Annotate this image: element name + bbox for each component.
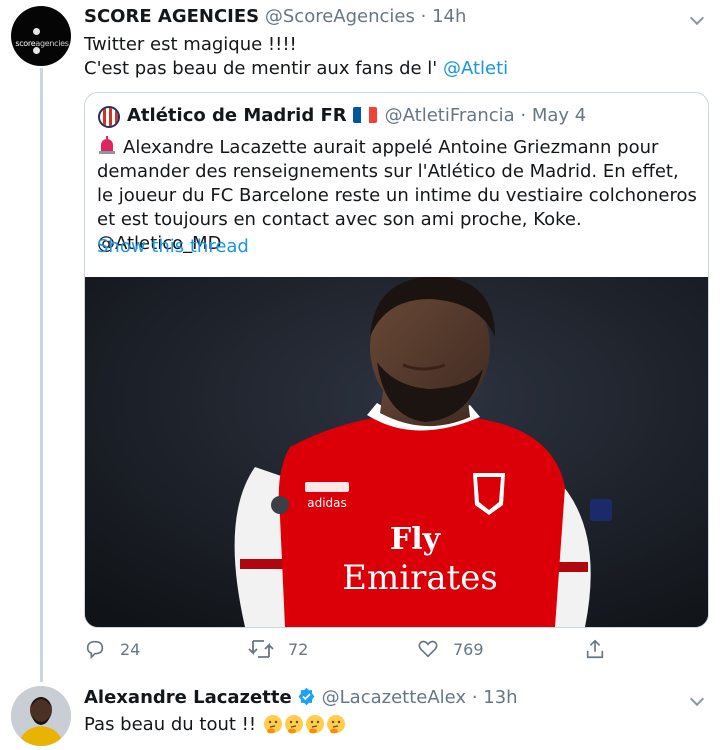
tweet-line-2: C'est pas beau de mentir aux fans de l' … xyxy=(84,58,509,79)
thinking-face-icon xyxy=(305,715,324,734)
reply-button[interactable]: 24 xyxy=(84,638,140,664)
tweet-timestamp[interactable]: 13h xyxy=(483,687,517,708)
player-photo-illustration: adidas Fly Emirates xyxy=(85,277,708,627)
author-name[interactable]: SCORE AGENCIES xyxy=(84,6,259,27)
logo-eyes-icon xyxy=(33,20,51,54)
like-button[interactable]: 769 xyxy=(417,638,484,664)
separator-dot: · xyxy=(471,687,478,708)
adidas-logo-text: adidas xyxy=(307,496,347,510)
show-thread-link[interactable]: Show this thread xyxy=(97,236,249,257)
tweet-menu-chevron-down-icon[interactable] xyxy=(689,693,705,709)
thinking-face-icon xyxy=(263,715,282,734)
avatar-photo xyxy=(11,686,71,746)
author-name[interactable]: Alexandre Lacazette xyxy=(84,687,292,708)
france-flag-icon xyxy=(352,107,377,123)
thinking-face-icon xyxy=(326,715,345,734)
tweet-menu-chevron-down-icon[interactable] xyxy=(689,12,705,28)
separator-dot: · xyxy=(520,105,527,126)
retweet-button[interactable]: 72 xyxy=(248,638,308,664)
lacazette-avatar[interactable] xyxy=(11,686,71,746)
author-handle[interactable]: @LacazetteAlex xyxy=(322,687,466,708)
quoted-tweet-card[interactable]: Atlético de Madrid FR @AtletiFrancia · Ma… xyxy=(84,92,709,628)
thread-connector-line xyxy=(40,68,43,682)
tweet-action-bar: 24 72 769 xyxy=(84,638,644,664)
atletico-avatar xyxy=(98,106,120,128)
tweet-header: SCORE AGENCIES @ScoreAgencies · 14h xyxy=(84,6,466,27)
tweet-text: Pas beau du tout !! xyxy=(84,714,346,735)
tweet-text: Twitter est magique !!!! C'est pas beau … xyxy=(84,33,704,81)
thinking-face-icon xyxy=(284,715,303,734)
tweet-header: Alexandre Lacazette @LacazetteAlex · 13h xyxy=(84,687,518,708)
retweet-icon xyxy=(248,640,274,658)
verified-badge-icon xyxy=(298,687,315,706)
separator-dot: · xyxy=(420,6,427,27)
author-handle[interactable]: @ScoreAgencies xyxy=(265,6,415,27)
avatar-logo-text: scoreagencies xyxy=(15,39,69,48)
rotating-light-icon xyxy=(97,136,117,156)
share-icon xyxy=(586,639,604,659)
reply-icon xyxy=(86,640,104,660)
quoted-author-name: Atlético de Madrid FR xyxy=(127,105,347,126)
tweet-line-1: Twitter est magique !!!! xyxy=(84,34,297,55)
quoted-tweet-date: May 4 xyxy=(531,105,587,126)
score-agencies-avatar[interactable]: scoreagencies xyxy=(11,6,71,66)
share-button[interactable] xyxy=(584,638,620,664)
emoji-row xyxy=(262,714,346,735)
quoted-tweet-photo[interactable]: adidas Fly Emirates xyxy=(85,277,708,627)
quoted-tweet-header: Atlético de Madrid FR @AtletiFrancia · Ma… xyxy=(127,105,586,126)
heart-icon xyxy=(418,640,438,658)
jersey-sponsor-line-1: Fly xyxy=(390,522,442,557)
tweet-timestamp[interactable]: 14h xyxy=(432,6,466,27)
quoted-author-handle: @AtletiFrancia xyxy=(384,105,515,126)
mention-link[interactable]: @Atleti xyxy=(443,58,508,79)
jersey-sponsor-line-2: Emirates xyxy=(342,558,498,598)
